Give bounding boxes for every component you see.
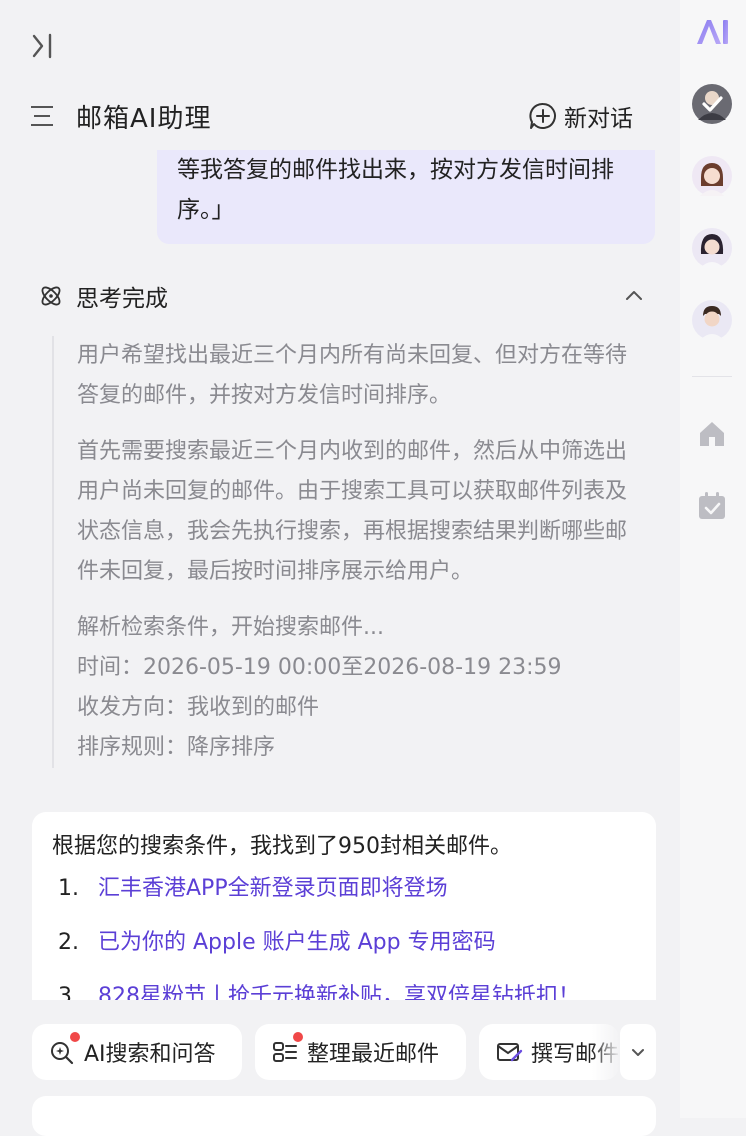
chip-label: AI搜索和问答 xyxy=(84,1042,216,1067)
chip-label: 整理最近邮件 xyxy=(307,1042,440,1067)
answer-intro: 根据您的搜索条件，我找到了950封相关邮件。 xyxy=(52,834,512,859)
quick-actions-bar: AI搜索和问答 整理最近邮件 撰写邮件 xyxy=(32,1024,656,1080)
email-link[interactable]: 已为你的 Apple 账户生成 App 专用密码 xyxy=(98,930,496,956)
header: 邮箱AI助理 新对话 xyxy=(0,92,680,140)
chevron-up-icon[interactable] xyxy=(622,284,646,308)
list-item: 2. 已为你的 Apple 账户生成 App 专用密码 xyxy=(52,930,636,956)
calendar-icon[interactable] xyxy=(696,490,728,522)
message-input-area[interactable] xyxy=(32,1096,656,1136)
atom-icon xyxy=(41,286,61,306)
thinking-step: 解析检索条件，开始搜索邮件... xyxy=(77,615,384,640)
user-message-bubble: 等我答复的邮件找出来，按对方发信时间排 序。」 xyxy=(157,150,655,244)
more-actions-button[interactable] xyxy=(620,1024,656,1080)
avatar[interactable] xyxy=(692,156,732,196)
new-chat-button[interactable]: 新对话 xyxy=(528,100,633,132)
user-message-line: 等我答复的邮件找出来，按对方发信时间排 xyxy=(177,157,614,183)
list-item: 3. 828星粉节丨抢千元换新补贴，享双倍星钻抵扣！ xyxy=(52,984,636,1000)
thinking-paragraph: 首先需要搜索最近三个月内收到的邮件，然后从中筛选出用户尚未回复的邮件。由于搜索工… xyxy=(77,439,628,584)
avatar[interactable] xyxy=(692,228,732,268)
conversation-area[interactable]: 等我答复的邮件找出来，按对方发信时间排 序。」 思考完成 用户希望找出最近三个月… xyxy=(0,150,680,1000)
avatar[interactable] xyxy=(692,300,732,340)
email-link[interactable]: 汇丰香港APP全新登录页面即将登场 xyxy=(98,876,448,902)
thinking-paragraph: 用户希望找出最近三个月内所有尚未回复、但对方在等待答复的邮件，并按对方发信时间排… xyxy=(77,343,628,408)
new-chat-label: 新对话 xyxy=(564,106,633,132)
ai-logo-icon xyxy=(697,20,728,44)
result-list: 1. 汇丰香港APP全新登录页面即将登场 2. 已为你的 Apple 账户生成 … xyxy=(52,876,636,1000)
page-title: 邮箱AI助理 xyxy=(76,104,212,134)
user-message-line: 序。」 xyxy=(177,197,235,223)
thinking-header[interactable]: 思考完成 xyxy=(38,278,650,314)
thinking-step: 时间：2026-05-19 00:00至2026-08-19 23:59 xyxy=(77,655,562,680)
chevron-down-icon xyxy=(632,1049,644,1056)
avatar[interactable] xyxy=(692,84,732,124)
notification-dot xyxy=(293,1032,303,1042)
compose-mail-icon xyxy=(497,1043,523,1062)
thinking-content: 用户希望找出最近三个月内所有尚未回复、但对方在等待答复的邮件，并按对方发信时间排… xyxy=(52,336,632,768)
ai-search-chip[interactable]: AI搜索和问答 xyxy=(32,1024,242,1080)
result-number: 2. xyxy=(58,930,79,955)
sidebar-divider xyxy=(692,376,732,377)
email-link[interactable]: 828星粉节丨抢千元换新补贴，享双倍星钻抵扣！ xyxy=(98,984,580,1000)
organize-icon xyxy=(273,1042,297,1062)
home-icon[interactable] xyxy=(696,418,728,450)
organize-mail-chip[interactable]: 整理最近邮件 xyxy=(255,1024,466,1080)
menu-icon[interactable] xyxy=(28,104,56,128)
ai-search-icon xyxy=(51,1042,74,1065)
thinking-step: 排序规则：降序排序 xyxy=(77,735,276,760)
notification-dot xyxy=(70,1032,80,1042)
result-number: 3. xyxy=(58,984,79,1000)
thinking-status: 思考完成 xyxy=(76,286,168,312)
result-number: 1. xyxy=(58,876,79,901)
scroll-fade xyxy=(592,1024,620,1080)
collapse-panel-icon[interactable] xyxy=(28,30,60,62)
new-chat-icon xyxy=(529,102,556,129)
list-item: 1. 汇丰香港APP全新登录页面即将登场 xyxy=(52,876,636,902)
thinking-step: 收发方向：我收到的邮件 xyxy=(77,695,320,720)
answer-card: 根据您的搜索条件，我找到了950封相关邮件。 1. 汇丰香港APP全新登录页面即… xyxy=(32,812,656,1000)
main-panel: 邮箱AI助理 新对话 等我答复的邮件找出来，按对方发信时间排 序。」 思考完成 xyxy=(0,0,680,1136)
right-sidebar xyxy=(680,0,746,1118)
